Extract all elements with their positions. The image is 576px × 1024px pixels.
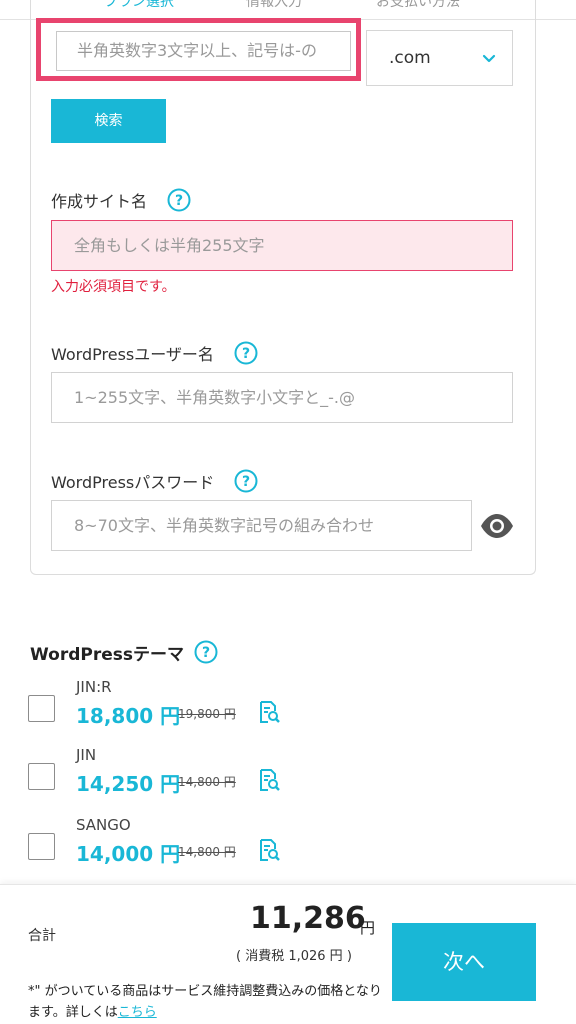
theme-price: 14,250 円: [76, 772, 181, 796]
help-icon[interactable]: ?: [167, 188, 191, 212]
total-label: 合計: [28, 928, 56, 944]
theme-name: JIN:R: [76, 678, 112, 696]
order-footer: 合計 11,286 円 ( 消費税 1,026 円 ) 次へ *" がついている…: [0, 884, 576, 1024]
help-icon[interactable]: ?: [234, 341, 258, 365]
wp-user-label: WordPressユーザー名: [51, 345, 214, 364]
help-icon[interactable]: ?: [194, 640, 218, 664]
wp-password-label: WordPressパスワード: [51, 473, 215, 492]
svg-text:?: ?: [175, 193, 183, 209]
theme-item-sango: SANGO 14,000 円 14,800 円: [28, 816, 348, 882]
tld-select[interactable]: .com: [366, 30, 513, 86]
total-unit: 円: [360, 919, 376, 937]
theme-checkbox[interactable]: [28, 695, 55, 722]
theme-old-price: 14,800 円: [178, 775, 236, 789]
svg-text:?: ?: [202, 645, 210, 661]
theme-price: 14,000 円: [76, 842, 181, 866]
tld-value: .com: [389, 48, 431, 68]
theme-name: SANGO: [76, 816, 131, 834]
svg-text:?: ?: [242, 474, 250, 490]
theme-name: JIN: [76, 746, 97, 764]
site-name-label: 作成サイト名: [51, 192, 148, 211]
details-link[interactable]: こちら: [118, 1005, 157, 1020]
search-button[interactable]: 検索: [51, 99, 166, 143]
domain-input[interactable]: 半角英数字3文字以上、記号は-の: [56, 31, 351, 71]
tax-note: ( 消費税 1,026 円 ): [236, 949, 352, 964]
site-name-error: 入力必須項目です。: [51, 279, 176, 295]
site-name-input[interactable]: 全角もしくは半角255文字: [51, 220, 513, 271]
preview-icon[interactable]: [257, 838, 281, 862]
svg-text:?: ?: [242, 346, 250, 362]
help-icon[interactable]: ?: [234, 469, 258, 493]
eye-icon[interactable]: [480, 513, 514, 539]
theme-price: 18,800 円: [76, 704, 181, 728]
wp-password-input[interactable]: 8~70文字、半角英数字記号の組み合わせ: [51, 500, 472, 551]
preview-icon[interactable]: [257, 700, 281, 724]
theme-old-price: 14,800 円: [178, 845, 236, 859]
preview-icon[interactable]: [257, 768, 281, 792]
theme-item-jinr: JIN:R 18,800 円 19,800 円: [28, 678, 348, 744]
next-button[interactable]: 次へ: [392, 923, 536, 1001]
theme-section-title: WordPressテーマ: [30, 645, 184, 665]
theme-checkbox[interactable]: [28, 763, 55, 790]
wp-user-input[interactable]: 1~255文字、半角英数字小文字と_-.@: [51, 372, 513, 423]
theme-old-price: 19,800 円: [178, 707, 236, 721]
theme-checkbox[interactable]: [28, 833, 55, 860]
footer-note-text: *" がついている商品はサービス維持調整費込みの価格となります。詳しくは: [28, 984, 382, 1020]
chevron-down-icon: [482, 54, 496, 63]
theme-item-jin: JIN 14,250 円 14,800 円: [28, 746, 348, 812]
footer-note: *" がついている商品はサービス維持調整費込みの価格となります。詳しくはこちら: [28, 981, 388, 1023]
domain-highlight: 半角英数字3文字以上、記号は-の: [36, 18, 361, 81]
total-price: 11,286: [250, 901, 366, 936]
